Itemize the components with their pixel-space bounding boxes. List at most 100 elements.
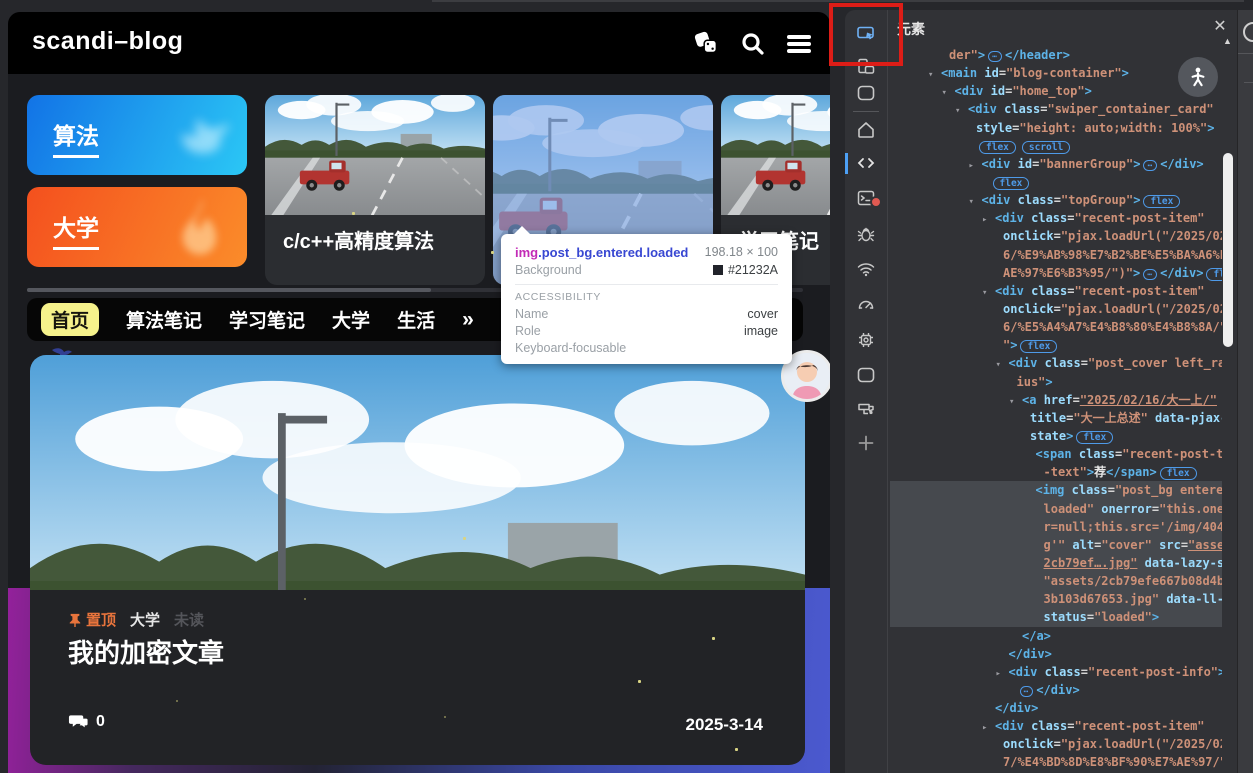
devtools-scrollbar-thumb[interactable] [1223,153,1233,347]
code-line[interactable]: onclick="pjax.loadUrl("/2025/02/1 [890,300,1222,318]
star-dot [735,748,738,751]
code-line[interactable]: ▸<div class="recent-post-info"> [890,663,1222,681]
dove-icon [159,99,237,175]
code-line[interactable]: ▸<div class="recent-post-item" [890,717,1222,735]
code-line[interactable]: 6/%E5%A4%A7%E4%B8%80%E4%B8%8A/") [890,318,1222,336]
blog-page: scandi–blog 算法 大学 [8,12,830,773]
window-tool-icon[interactable] [856,83,876,103]
category-card-university[interactable]: 大学 [27,187,247,267]
article-unread-tag: 未读 [174,609,204,630]
code-line[interactable]: ▾<div id="home_top"> [890,82,1222,100]
home-icon[interactable] [856,120,876,140]
annotation-red-rectangle [829,3,903,66]
swiper-card-1[interactable]: c/c++高精度算法 [265,95,485,285]
toolbar-divider [853,111,879,112]
nav-item[interactable]: » [462,308,474,332]
swiper-scrollbar-thumb[interactable] [27,288,431,292]
code-line[interactable]: g'" alt="cover" src="asset [890,536,1222,554]
pane-icon-fragment [1243,22,1253,42]
code-line[interactable]: <span class="recent-post-t [890,445,1222,463]
code-line[interactable]: </a> [890,627,1222,645]
search-icon[interactable] [738,29,768,59]
comment-count: 0 [96,713,105,731]
article-tag[interactable]: 大学 [130,609,160,630]
code-line[interactable]: 6/%E9%AB%98%E7%B2%BE%E5%BA%A6%E7% [890,246,1222,264]
code-line[interactable]: title="大一上总述" data-pjax- [890,409,1222,427]
code-line[interactable]: ▾<div class="recent-post-item" [890,282,1222,300]
post-card-title: c/c++高精度算法 [283,225,434,254]
code-line[interactable]: status="loaded"> [890,608,1222,626]
code-line[interactable]: ▾<div class="post_cover left_rad [890,354,1222,372]
category-card-algorithm[interactable]: 算法 [27,95,247,175]
site-title: scandi–blog [32,27,183,56]
performance-icon[interactable] [856,294,876,314]
code-line[interactable]: loaded" onerror="this.oner [890,500,1222,518]
tooltip-accessibility-header: ACCESSIBILITY [515,289,778,305]
star-dot [638,680,641,683]
code-line[interactable]: </div> [890,699,1222,717]
code-line[interactable]: "assets/2cb79efe667b08d4b1 [890,572,1222,590]
accessibility-fab[interactable] [1178,57,1218,97]
code-line[interactable]: 3b103d67653.jpg" data-ll- [890,590,1222,608]
star-dot [463,537,466,540]
tooltip-size: 198.18 × 100 [705,245,778,259]
code-line[interactable]: state>flex [890,427,1222,445]
code-line[interactable]: ">flex [890,336,1222,354]
sources-icon[interactable] [856,153,876,173]
network-icon[interactable] [856,259,876,279]
star-dot [176,700,178,702]
code-line[interactable]: onclick="pjax.loadUrl("/2025/02/ [890,735,1222,753]
code-line[interactable]: 2cb79ef….jpg" data-lazy-sr [890,554,1222,572]
tooltip-selector: img.post_bg.entered.loaded [515,245,688,260]
code-line[interactable]: ius"> [890,373,1222,391]
gallery-dice-icon[interactable] [692,29,722,59]
code-line[interactable]: </div> [890,645,1222,663]
code-line[interactable]: 7/%E4%BD%8D%E8%BF%90%E7%AE%97/") [890,753,1222,771]
scroll-up-icon[interactable]: ▲ [1223,36,1232,46]
memory-icon[interactable] [856,330,876,350]
active-tab-indicator [845,153,848,174]
code-line[interactable]: ▾<div class="topGroup">flex [890,191,1222,209]
code-line[interactable]: style="height: auto;width: 100%"> [890,119,1222,137]
pin-icon [68,613,82,627]
code-line[interactable]: r=null;this.src='/img/404. [890,518,1222,536]
code-line[interactable]: ▾<div class="swiper_container_card" [890,100,1222,118]
code-line[interactable]: flexscroll [890,137,1222,155]
star-dot [352,212,355,215]
code-line[interactable]: der">⋯</header> [890,46,1222,64]
article-comments[interactable]: 0 [68,713,105,731]
code-line[interactable]: ▸<div class="recent-post-item" [890,209,1222,227]
nav-item[interactable]: 首页 [41,303,99,336]
nav-item[interactable]: 生活 [397,306,435,333]
category-label: 算法 [53,117,99,158]
nav-item[interactable]: 学习笔记 [229,306,305,333]
nav-item[interactable]: 大学 [332,306,370,333]
close-icon[interactable]: ✕ [1210,17,1230,37]
article-date: 2025-3-14 [685,715,763,735]
application-icon[interactable] [856,365,876,385]
inspect-tooltip: img.post_bg.entered.loaded 198.18 × 100 … [501,234,792,364]
code-line[interactable]: ⋯</div> [890,681,1222,699]
code-line[interactable]: -text">荐</span>flex [890,463,1222,481]
tooltip-name-label: Name [515,307,548,321]
code-line[interactable]: <img class="post_bg entere [890,481,1222,499]
rendering-icon[interactable] [856,399,876,419]
code-line[interactable]: onclick="pjax.loadUrl("/2025/02/ [890,227,1222,245]
code-line[interactable]: AE%97%E6%B3%95/")">⋯</div>flex [890,264,1222,282]
devtools-panel: 元素 ✕ ▲ der">⋯</header>▾<main id="blog-co… [845,10,1237,773]
menu-icon[interactable] [784,29,814,59]
code-line[interactable]: ▾<main id="blog-container"> [890,64,1222,82]
nav-item[interactable]: 算法笔记 [126,306,202,333]
article-cover-photo [30,355,805,590]
add-tool-icon[interactable] [856,433,876,453]
code-line[interactable]: ▾<a href="2025/02/16/大一上/" [890,391,1222,409]
article-card[interactable]: 置顶 大学 未读 我的加密文章 0 2025-3-14 [30,355,805,765]
article-title[interactable]: 我的加密文章 [68,633,224,670]
devtools-code: der">⋯</header>▾<main id="blog-container… [890,46,1222,773]
debugger-icon[interactable] [856,224,876,244]
code-line[interactable]: ▸<div id="bannerGroup">⋯</div> [890,155,1222,173]
pane-divider [1244,82,1253,83]
tooltip-role-value: image [744,324,778,338]
flame-icon [163,191,237,267]
code-line[interactable]: flex [890,173,1222,191]
